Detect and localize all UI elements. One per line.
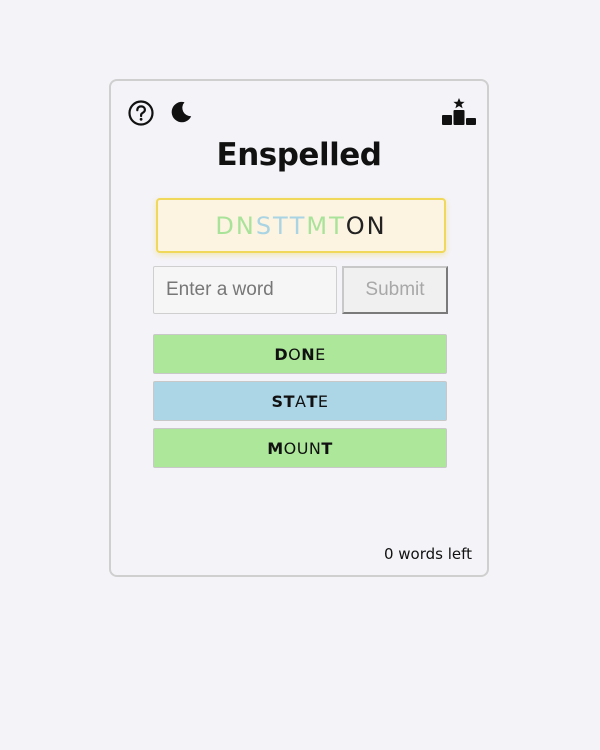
game-card: Enspelled DNSTTMTON Submit DONESTATEMOUN… <box>109 79 489 577</box>
letter-board: DNSTTMTON <box>156 198 446 253</box>
submit-button[interactable]: Submit <box>342 266 448 314</box>
word-letter: A <box>294 391 307 411</box>
word-letter: U <box>296 438 309 458</box>
word-letter: T <box>306 391 318 411</box>
board-letter: T <box>329 211 346 240</box>
word-letter: O <box>283 438 297 458</box>
page-title: Enspelled <box>216 137 382 173</box>
word-letter: N <box>301 344 316 364</box>
board-letter: T <box>289 211 307 240</box>
word-letter: D <box>274 344 289 364</box>
word-input[interactable] <box>153 266 337 314</box>
words-left-counter: 0 words left <box>383 545 472 563</box>
moon-icon[interactable] <box>169 100 193 124</box>
board-letter: T <box>273 211 290 240</box>
found-word-row: DONE <box>153 334 447 374</box>
leaderboard-icon[interactable] <box>442 98 476 126</box>
board-letter: S <box>255 211 274 240</box>
word-letter: E <box>317 391 329 411</box>
help-icon[interactable] <box>128 100 154 126</box>
found-word-row: STATE <box>153 381 447 421</box>
word-letter: T <box>321 438 333 458</box>
word-letter: E <box>315 344 326 364</box>
board-letter: D <box>215 211 236 240</box>
word-letter: T <box>283 391 295 411</box>
found-word-row: MOUNT <box>153 428 447 468</box>
word-letter: N <box>308 438 322 458</box>
found-words-list: DONESTATEMOUNT <box>153 334 447 475</box>
board-letter: N <box>235 211 256 240</box>
board-letter: O <box>345 211 367 240</box>
word-letter: M <box>267 438 284 458</box>
board-letter: N <box>366 211 387 240</box>
word-letter: S <box>271 391 284 411</box>
board-letter: M <box>306 211 330 240</box>
word-letter: O <box>288 344 302 364</box>
